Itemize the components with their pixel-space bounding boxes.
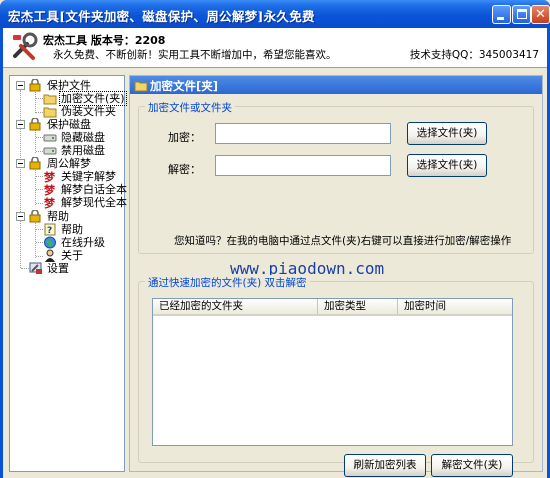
column-header-type[interactable]: 加密类型 <box>318 299 398 314</box>
tree-item-label: 帮助 <box>47 210 69 223</box>
tree-line <box>35 221 36 258</box>
maximize-button[interactable] <box>512 5 531 24</box>
svg-text:梦: 梦 <box>44 170 56 183</box>
maximize-icon <box>517 9 527 19</box>
tree-item-label: 在线升级 <box>61 236 105 249</box>
globe-icon <box>44 236 56 249</box>
drive-icon <box>43 134 57 142</box>
tree-line <box>36 151 43 152</box>
tree-line <box>36 256 43 257</box>
tree-item-label: 保护磁盘 <box>47 118 91 131</box>
minimize-icon <box>497 17 504 20</box>
tree-line <box>36 112 43 113</box>
folder-icon <box>43 107 57 118</box>
tree-item-label: 加密文件(夹) <box>59 91 127 106</box>
app-name-version: 宏杰工具 版本号：2208 <box>43 34 166 47</box>
tree-item-label: 帮助 <box>61 223 83 236</box>
panel-header: 加密文件[夹] <box>130 76 542 94</box>
expand-toggle[interactable] <box>16 81 25 90</box>
app-header: 宏杰工具 版本号：2208 永久免费、不断创新！实用工具不断增加中，希望您能喜欢… <box>3 28 547 68</box>
tree-line <box>36 137 43 138</box>
client-area: 宏杰工具 版本号：2208 永久免费、不断创新！实用工具不断增加中，希望您能喜欢… <box>3 28 547 478</box>
window-title: 宏杰工具[文件夹加密、磁盘保护、周公解梦]永久免费 <box>8 9 315 24</box>
tree-item-label: 隐藏磁盘 <box>61 131 105 144</box>
tree-line <box>36 203 43 204</box>
close-icon: ✕ <box>535 7 546 22</box>
tree-item-label: 关键字解梦 <box>61 170 116 183</box>
panel-title: 加密文件[夹] <box>150 79 219 93</box>
tree-item-label: 解梦白话全本 <box>61 183 127 196</box>
decrypt-label: 解密： <box>168 163 201 176</box>
encrypt-path-input[interactable] <box>215 123 391 144</box>
tree-item-label: 设置 <box>47 262 69 275</box>
expand-toggle[interactable] <box>16 159 25 168</box>
svg-text:?: ? <box>47 226 52 236</box>
tree-item-label: 解梦现代全本 <box>61 196 127 209</box>
title-bar[interactable]: 宏杰工具[文件夹加密、磁盘保护、周公解梦]永久免费 ✕ <box>0 0 550 28</box>
tree-item-label: 伪装文件夹 <box>61 105 116 118</box>
column-header-folder[interactable]: 已经加密的文件夹 <box>153 299 318 314</box>
support-qq: 技术支持QQ：345003417 <box>409 49 539 61</box>
choose-encrypt-button[interactable]: 选择文件(夹) <box>407 122 487 145</box>
app-slogan: 永久免费、不断创新！实用工具不断增加中，希望您能喜欢。 <box>53 49 337 61</box>
tree-line <box>36 229 43 230</box>
minimize-button[interactable] <box>492 5 511 24</box>
decrypt-path-input[interactable] <box>215 155 391 176</box>
encrypted-folders-list[interactable]: 已经加密的文件夹 加密类型 加密时间 <box>152 298 513 446</box>
expand-toggle[interactable] <box>16 212 25 221</box>
dream-icon: 梦 <box>44 170 56 183</box>
encrypt-label: 加密： <box>168 131 201 144</box>
close-button[interactable]: ✕ <box>531 5 550 24</box>
lock-folder-icon <box>29 210 41 223</box>
context-menu-tip: 您知道吗？在我的电脑中通过点文件(夹)右键可以直接进行加密/解密操作 <box>174 235 512 247</box>
svg-text:梦: 梦 <box>44 183 56 196</box>
group-legend: 加密文件或文件夹 <box>145 100 235 115</box>
folder-icon <box>134 81 148 92</box>
lock-folder-icon <box>29 118 41 131</box>
dream-icon: 梦 <box>44 183 56 196</box>
expand-toggle[interactable] <box>16 120 25 129</box>
drive-icon <box>43 147 57 155</box>
nav-tree[interactable]: 保护文件 加密文件(夹) 伪装文件夹 保护磁盘 隐藏磁盘 禁用磁盘 周公解梦 梦… <box>9 75 127 472</box>
tree-item-label: 周公解梦 <box>47 157 91 170</box>
tools-icon <box>13 32 38 60</box>
tree-line <box>20 90 21 268</box>
tree-line <box>36 242 43 243</box>
encrypt-panel: 加密文件[夹] 加密文件或文件夹 加密： 选择文件(夹) 解密： 选择文件(夹)… <box>129 75 543 477</box>
folder-icon <box>43 94 57 105</box>
tree-line <box>36 189 43 190</box>
lock-folder-icon <box>29 157 41 170</box>
person-icon <box>45 249 55 262</box>
svg-text:梦: 梦 <box>44 196 56 209</box>
list-body[interactable] <box>153 316 512 445</box>
choose-decrypt-button[interactable]: 选择文件(夹) <box>407 154 487 177</box>
tree-line <box>36 176 43 177</box>
help-icon: ? <box>44 223 56 236</box>
settings-icon <box>29 262 42 274</box>
dream-icon: 梦 <box>44 196 56 209</box>
tree-line <box>36 98 43 99</box>
list-header: 已经加密的文件夹 加密类型 加密时间 <box>153 299 512 316</box>
tree-item-label: 关于 <box>61 249 83 262</box>
tree-line <box>35 129 36 153</box>
decrypt-files-button[interactable]: 解密文件(夹) <box>431 454 513 477</box>
lock-folder-icon <box>29 79 41 92</box>
tree-item-label: 禁用磁盘 <box>61 144 105 157</box>
tree-line <box>21 268 29 269</box>
tree-line <box>35 90 36 113</box>
app-window: 宏杰工具[文件夹加密、磁盘保护、周公解梦]永久免费 ✕ 宏杰工具 版本号：220… <box>0 0 550 478</box>
tree-line <box>35 168 36 205</box>
column-header-time[interactable]: 加密时间 <box>398 299 512 314</box>
group-legend: 通过快速加密的文件(夹) 双击解密 <box>145 275 310 290</box>
refresh-list-button[interactable]: 刷新加密列表 <box>344 454 426 477</box>
